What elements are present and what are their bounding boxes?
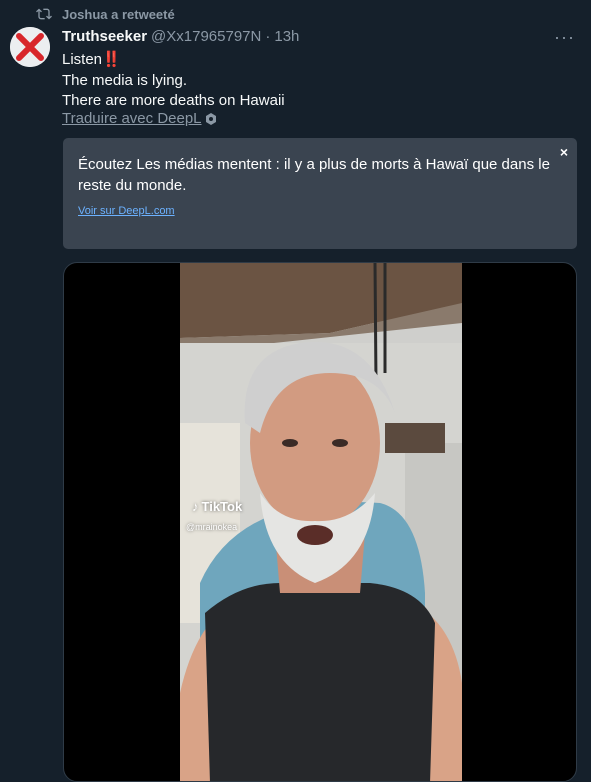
avatar[interactable] — [10, 27, 50, 67]
video-frame: ♪ TikTok @mrainokea — [180, 263, 462, 781]
close-icon[interactable]: × — [560, 144, 568, 160]
deepl-translation-panel: Écoutez Les médias mentent : il y a plus… — [63, 138, 577, 249]
double-exclamation-icon: ‼️ — [102, 51, 121, 68]
view-on-deepl-link[interactable]: Voir sur DeepL.com — [78, 205, 175, 217]
translation-text: Écoutez Les médias mentent : il y a plus… — [78, 156, 550, 194]
user-handle[interactable]: @Xx17965797N — [151, 28, 261, 46]
tweet-line-3: There are more deaths on Hawaii — [62, 92, 285, 109]
tweet-line-2: The media is lying. — [62, 71, 188, 89]
tiktok-watermark: ♪ TikTok — [192, 499, 242, 514]
timestamp[interactable]: 13h — [274, 28, 299, 46]
tweet-text: Listen‼️ The media is lying. There are m… — [62, 50, 285, 112]
tiktok-brand: TikTok — [201, 499, 243, 514]
retweet-icon — [36, 8, 52, 20]
tiktok-username: @mrainokea — [186, 522, 238, 532]
translate-label: Traduire avec DeepL — [62, 110, 202, 127]
tweet-header: Truthseeker @Xx17965797N · 13h ··· — [62, 28, 581, 46]
retweet-label: Joshua a retweeté — [62, 6, 175, 22]
deepl-icon — [205, 112, 216, 125]
retweet-context[interactable]: Joshua a retweeté — [36, 6, 175, 22]
more-options-button[interactable]: ··· — [554, 28, 575, 46]
tweet-line-1: Listen‼️ — [62, 51, 121, 68]
separator: · — [265, 28, 271, 45]
tiktok-logo-icon: ♪ — [192, 499, 199, 514]
video-player[interactable]: ♪ TikTok @mrainokea — [63, 262, 577, 782]
translate-deepl-link[interactable]: Traduire avec DeepL — [62, 110, 218, 127]
display-name[interactable]: Truthseeker — [62, 28, 147, 46]
red-x-avatar-image — [10, 27, 50, 67]
